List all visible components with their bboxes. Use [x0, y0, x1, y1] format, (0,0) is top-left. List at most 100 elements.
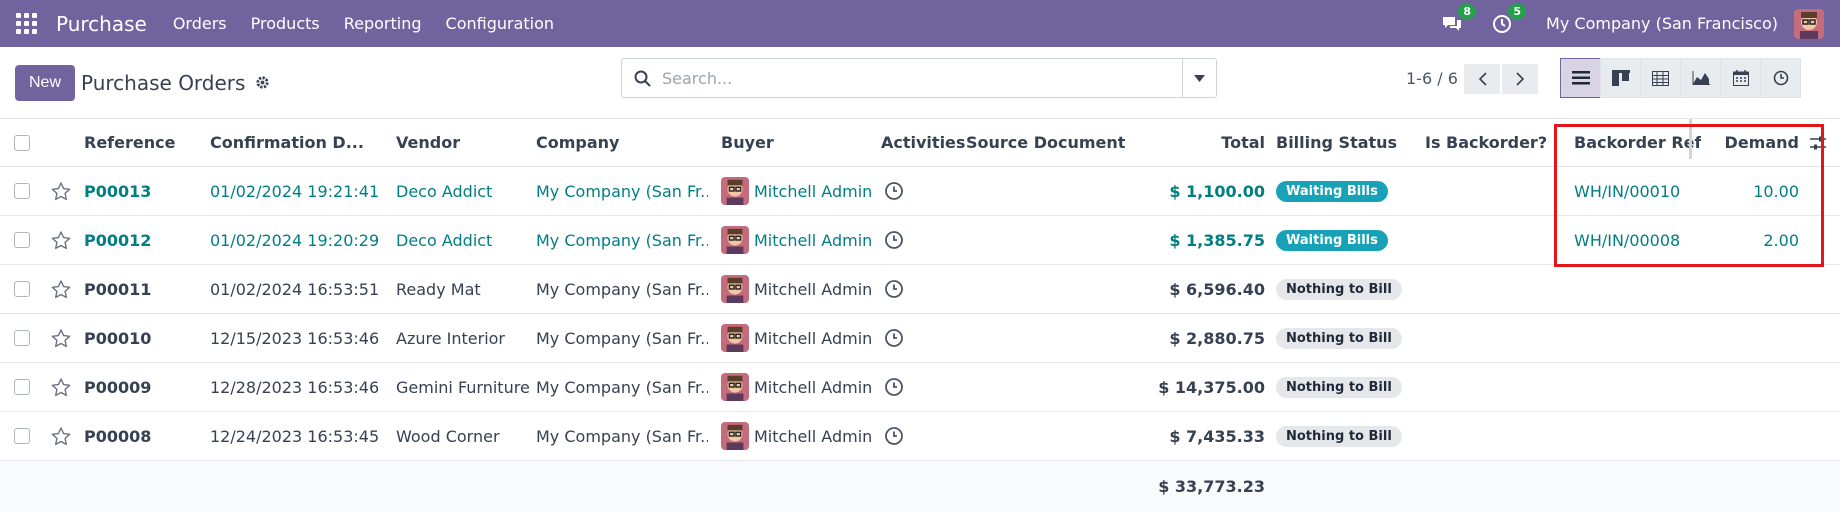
row-checkbox[interactable] [14, 265, 30, 313]
company-switcher[interactable]: My Company (San Francisco) [1546, 14, 1778, 33]
row-billing-status: Waiting Bills [1276, 216, 1388, 264]
list-icon [1571, 71, 1590, 85]
search-input[interactable] [662, 68, 1182, 88]
favorite-star-icon[interactable] [51, 412, 71, 460]
favorite-star-icon[interactable] [51, 363, 71, 411]
row-buyer: Mitchell Admin [721, 216, 872, 264]
favorite-star-icon[interactable] [51, 216, 71, 264]
row-buyer: Mitchell Admin [721, 412, 872, 460]
billing-status-badge: Nothing to Bill [1276, 327, 1402, 349]
buyer-avatar [721, 177, 749, 205]
search-options-toggle[interactable] [1182, 59, 1216, 97]
select-all-checkbox[interactable] [14, 119, 30, 166]
row-company: My Company (San Fr... [536, 279, 708, 299]
kanban-view-button[interactable] [1600, 58, 1641, 98]
control-panel: New Purchase Orders 1-6 / 6 [0, 47, 1840, 119]
row-demand [1700, 412, 1799, 460]
table-row[interactable]: P00010 12/15/2023 16:53:46 Azure Interio… [0, 314, 1840, 363]
activities-count-badge: 5 [1508, 3, 1527, 19]
menu-configuration[interactable]: Configuration [446, 14, 555, 33]
menu-reporting[interactable]: Reporting [344, 14, 422, 33]
buyer-name: Mitchell Admin [754, 426, 873, 446]
row-billing-status: Waiting Bills [1276, 167, 1388, 215]
graph-view-button[interactable] [1680, 58, 1721, 98]
row-checkbox[interactable] [14, 314, 30, 362]
row-reference: P00009 [84, 377, 152, 397]
highlight-box [1554, 124, 1824, 267]
user-avatar[interactable] [1794, 8, 1824, 39]
buyer-name: Mitchell Admin [754, 279, 873, 299]
column-billing-status[interactable]: Billing Status [1276, 119, 1397, 166]
row-vendor: Azure Interior [396, 328, 506, 348]
row-reference: P00010 [84, 328, 152, 348]
activity-clock-icon[interactable] [884, 216, 904, 264]
table-row[interactable]: P00009 12/28/2023 16:53:46 Gemini Furnit… [0, 363, 1840, 412]
table-row[interactable]: P00008 12/24/2023 16:53:45 Wood Corner M… [0, 412, 1840, 461]
column-activities[interactable]: Activities [881, 119, 965, 166]
search-bar [621, 58, 1217, 98]
app-brand[interactable]: Purchase [56, 12, 147, 36]
clock-icon [1773, 70, 1788, 86]
row-demand [1700, 314, 1799, 362]
column-vendor[interactable]: Vendor [396, 119, 460, 166]
row-vendor: Ready Mat [396, 279, 481, 299]
menu-products[interactable]: Products [251, 14, 320, 33]
favorite-star-icon[interactable] [51, 314, 71, 362]
row-reference: P00013 [84, 181, 152, 201]
activity-clock-icon[interactable] [884, 363, 904, 411]
billing-status-badge: Waiting Bills [1276, 229, 1388, 251]
favorite-star-icon[interactable] [51, 167, 71, 215]
row-company: My Company (San Fr... [536, 426, 708, 446]
pager-value[interactable]: 1-6 / 6 [1406, 69, 1458, 88]
favorite-star-icon[interactable] [51, 265, 71, 313]
activity-clock-icon[interactable] [884, 412, 904, 460]
row-total: $ 2,880.75 [1169, 328, 1265, 348]
row-total: $ 1,385.75 [1169, 230, 1265, 250]
row-checkbox[interactable] [14, 216, 30, 264]
column-total[interactable]: Total [1100, 119, 1265, 166]
row-total: $ 7,435.33 [1169, 426, 1265, 446]
search-icon [622, 70, 662, 87]
billing-status-badge: Nothing to Bill [1276, 376, 1402, 398]
list-view-button[interactable] [1560, 58, 1601, 98]
row-vendor: Deco Addict [396, 181, 493, 201]
column-reference[interactable]: Reference [84, 119, 175, 166]
column-company[interactable]: Company [536, 119, 619, 166]
row-buyer: Mitchell Admin [721, 314, 872, 362]
table-icon [1652, 70, 1669, 86]
row-buyer: Mitchell Admin [721, 363, 872, 411]
activity-view-button[interactable] [1760, 58, 1801, 98]
chevron-right-icon [1515, 72, 1524, 86]
activities-button[interactable]: 5 [1488, 3, 1527, 38]
row-buyer: Mitchell Admin [721, 265, 872, 313]
column-is-backorder[interactable]: Is Backorder? [1425, 119, 1547, 166]
table-row[interactable]: P00011 01/02/2024 16:53:51 Ready Mat My … [0, 265, 1840, 314]
messages-button[interactable]: 8 [1438, 3, 1477, 38]
gear-icon[interactable] [255, 75, 271, 91]
buyer-name: Mitchell Admin [754, 328, 873, 348]
row-checkbox[interactable] [14, 363, 30, 411]
activity-clock-icon[interactable] [884, 167, 904, 215]
activity-clock-icon[interactable] [884, 265, 904, 313]
row-billing-status: Nothing to Bill [1276, 314, 1402, 362]
column-buyer[interactable]: Buyer [721, 119, 774, 166]
pivot-view-button[interactable] [1640, 58, 1681, 98]
column-confirmation-date[interactable]: Confirmation D... [210, 119, 364, 166]
activity-clock-icon[interactable] [884, 314, 904, 362]
row-checkbox[interactable] [14, 167, 30, 215]
row-confirmation-date: 01/02/2024 19:20:29 [210, 230, 380, 250]
calendar-icon [1732, 70, 1749, 86]
top-navbar: Purchase Orders Products Reporting Confi… [0, 0, 1840, 47]
new-button[interactable]: New [15, 64, 76, 101]
view-switcher [1560, 58, 1801, 98]
caret-down-icon [1194, 74, 1205, 82]
avatar-image [1794, 8, 1824, 39]
apps-grid-icon[interactable] [16, 12, 38, 35]
billing-status-badge: Waiting Bills [1276, 180, 1388, 202]
row-checkbox[interactable] [14, 412, 30, 460]
pager-next-button[interactable] [1502, 64, 1538, 94]
pager-previous-button[interactable] [1464, 64, 1500, 94]
calendar-view-button[interactable] [1720, 58, 1761, 98]
grand-total: $ 33,773.23 [1158, 476, 1265, 496]
menu-orders[interactable]: Orders [173, 14, 227, 33]
